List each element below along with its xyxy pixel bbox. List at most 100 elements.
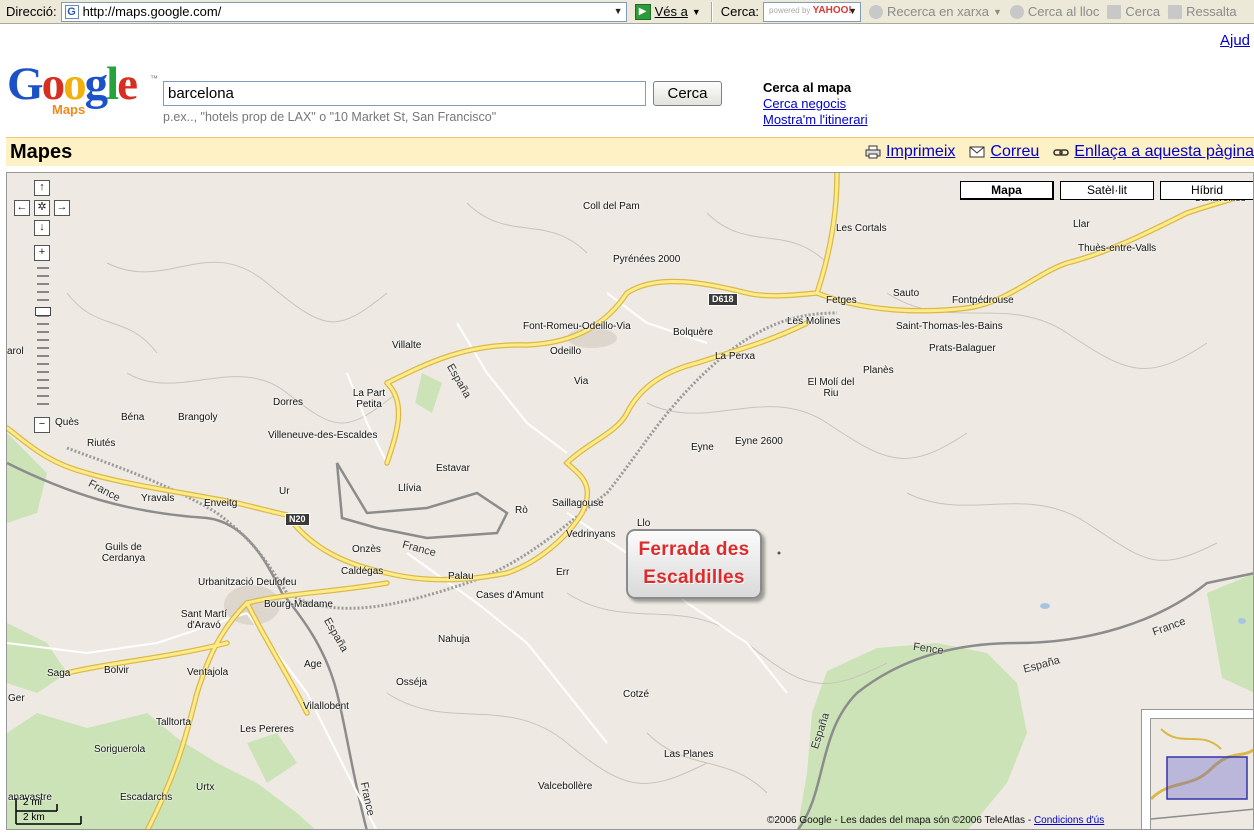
pan-down-button[interactable]: ↓ xyxy=(34,220,50,236)
place-label: Llar xyxy=(1073,219,1090,230)
place-label: Ventajola xyxy=(187,667,229,678)
location-callout[interactable]: Ferrada des Escaldilles xyxy=(626,529,762,599)
place-label: Las Planes xyxy=(664,749,714,760)
poi-dot xyxy=(777,551,781,555)
arrow-right-icon: → xyxy=(56,201,68,213)
forest-area xyxy=(1207,573,1253,693)
search-button-label: Cerca xyxy=(1125,4,1161,19)
scale-km: 2 km xyxy=(23,812,45,823)
arrow-left-icon: ← xyxy=(16,201,28,213)
forest-area xyxy=(7,623,67,693)
zoom-slider-thumb[interactable] xyxy=(35,307,51,316)
page-title: Mapes xyxy=(10,141,73,163)
search-label: Cerca: xyxy=(720,4,760,19)
pan-center-button[interactable]: ✲ xyxy=(34,200,50,216)
overview-map-graphic xyxy=(1151,728,1253,820)
place-label: Fontpédrouse xyxy=(952,295,1014,306)
chevron-down-icon[interactable]: ▼ xyxy=(848,6,857,16)
map-type-hybrid-button[interactable]: Híbrid xyxy=(1160,181,1253,200)
directions-link[interactable]: Mostra'm l'itinerari xyxy=(763,112,868,128)
print-link[interactable]: Imprimeix xyxy=(886,143,955,161)
chevron-down-icon[interactable]: ▼ xyxy=(614,6,623,16)
address-input[interactable]: G http://maps.google.com/ ▼ xyxy=(60,1,627,22)
place-label: Caldégas xyxy=(341,566,384,577)
address-bar: Direcció: G http://maps.google.com/ ▼ ▶ … xyxy=(0,0,1254,24)
map-type-satellite-button[interactable]: Satèl·lit xyxy=(1060,181,1154,200)
plus-icon: + xyxy=(38,246,46,258)
google-maps-logo[interactable]: Google ™ Maps xyxy=(7,58,158,120)
mail-link[interactable]: Correu xyxy=(990,143,1039,161)
site-search-label: Cerca al lloc xyxy=(1027,4,1100,19)
place-label: Villeneuve-des-Escaldes xyxy=(268,430,378,441)
go-button[interactable]: ▶ Vés a ▼ xyxy=(634,3,701,20)
search-input[interactable] xyxy=(163,81,646,106)
place-label: Soriguerola xyxy=(94,744,146,755)
map-type-map-button[interactable]: Mapa xyxy=(960,181,1054,200)
place-label: Pyrénées 2000 xyxy=(613,254,681,265)
place-label: Prats-Balaguer xyxy=(929,343,996,354)
pan-left-button[interactable]: ← xyxy=(14,200,30,216)
pan-right-button[interactable]: → xyxy=(54,200,70,216)
place-label: Via xyxy=(574,376,589,387)
site-search-button[interactable]: Cerca al lloc xyxy=(1009,4,1100,19)
copyright-text: ©2006 Google - Les dades del mapa són ©2… xyxy=(767,815,1032,826)
highlight-button[interactable]: Ressalta xyxy=(1168,4,1237,19)
overview-map[interactable] xyxy=(1141,709,1253,829)
web-search-button[interactable]: Recerca en xarxa ▼ xyxy=(869,4,1002,19)
place-label: Odeillo xyxy=(550,346,582,357)
place-label: arol xyxy=(7,346,24,357)
page-actions: Imprimeix Correu Enllaça a aquesta pàgin… xyxy=(851,143,1254,161)
address-label: Direcció: xyxy=(6,4,57,19)
zoom-slider[interactable] xyxy=(35,267,51,414)
place-label: Talltorta xyxy=(156,717,192,728)
search-button[interactable]: Cerca xyxy=(653,81,722,106)
site-search-icon xyxy=(1009,4,1024,19)
yahoo-powered-text: powered by YAHOO! xyxy=(769,4,852,16)
zoom-in-button[interactable]: + xyxy=(34,245,50,261)
place-label: Escadarchs xyxy=(120,792,173,803)
place-label: Vedrinyans xyxy=(566,529,616,540)
arrow-up-icon: ↑ xyxy=(39,181,45,193)
mail-action[interactable]: Correu xyxy=(969,143,1039,161)
permalink-action[interactable]: Enllaça a aquesta pàgina xyxy=(1053,143,1254,161)
place-label: Saga xyxy=(47,668,71,679)
place-label: Bolvir xyxy=(104,665,130,676)
place-label: La Perxa xyxy=(715,351,756,362)
callout-title-line2: Escaldilles xyxy=(643,567,745,588)
place-label: La Part Petita xyxy=(352,388,386,410)
web-search-icon xyxy=(869,4,884,19)
search-business-link[interactable]: Cerca negocis xyxy=(763,96,868,112)
pan-up-button[interactable]: ↑ xyxy=(34,180,50,196)
zoom-out-button[interactable]: − xyxy=(34,417,50,433)
minus-icon: − xyxy=(38,418,46,430)
callout-title-line1: Ferrada des xyxy=(638,539,750,560)
place-label: Onzès xyxy=(352,544,381,555)
terms-link[interactable]: Condicions d'ús xyxy=(1034,815,1104,826)
map-canvas[interactable]: Coll del Pam Pyrénées 2000 Les Cortals L… xyxy=(6,172,1254,830)
overview-map-view[interactable] xyxy=(1150,718,1253,829)
trademark: ™ xyxy=(150,74,158,83)
web-search-label: Recerca en xarxa xyxy=(887,4,989,19)
print-action[interactable]: Imprimeix xyxy=(865,143,955,161)
yahoo-search-input[interactable]: powered by YAHOO! ▼ xyxy=(763,1,862,22)
link-icon xyxy=(1053,149,1070,156)
place-label: Ger xyxy=(8,693,25,704)
search-button[interactable]: Cerca xyxy=(1107,4,1160,19)
place-label: Vilallobent xyxy=(303,701,349,712)
place-label: Nahuja xyxy=(438,634,470,645)
forest-area xyxy=(415,373,442,413)
chevron-down-icon: ▼ xyxy=(992,6,1002,17)
place-label: Ur xyxy=(279,486,290,497)
place-label: Coll del Pam xyxy=(583,201,640,212)
printer-icon xyxy=(865,145,881,159)
place-label: Valcebollère xyxy=(538,781,593,792)
center-icon: ✲ xyxy=(37,201,47,213)
help-link[interactable]: Ajud xyxy=(1220,32,1250,49)
permalink-link[interactable]: Enllaça a aquesta pàgina xyxy=(1074,143,1254,161)
document-icon xyxy=(1107,4,1122,19)
place-label: Err xyxy=(556,567,570,578)
place-label: Llo xyxy=(637,518,651,529)
place-label: Font-Romeu-Odeillo-Via xyxy=(523,321,631,332)
main-roads-outline xyxy=(7,173,1253,829)
place-label: Les Pereres xyxy=(240,724,294,735)
